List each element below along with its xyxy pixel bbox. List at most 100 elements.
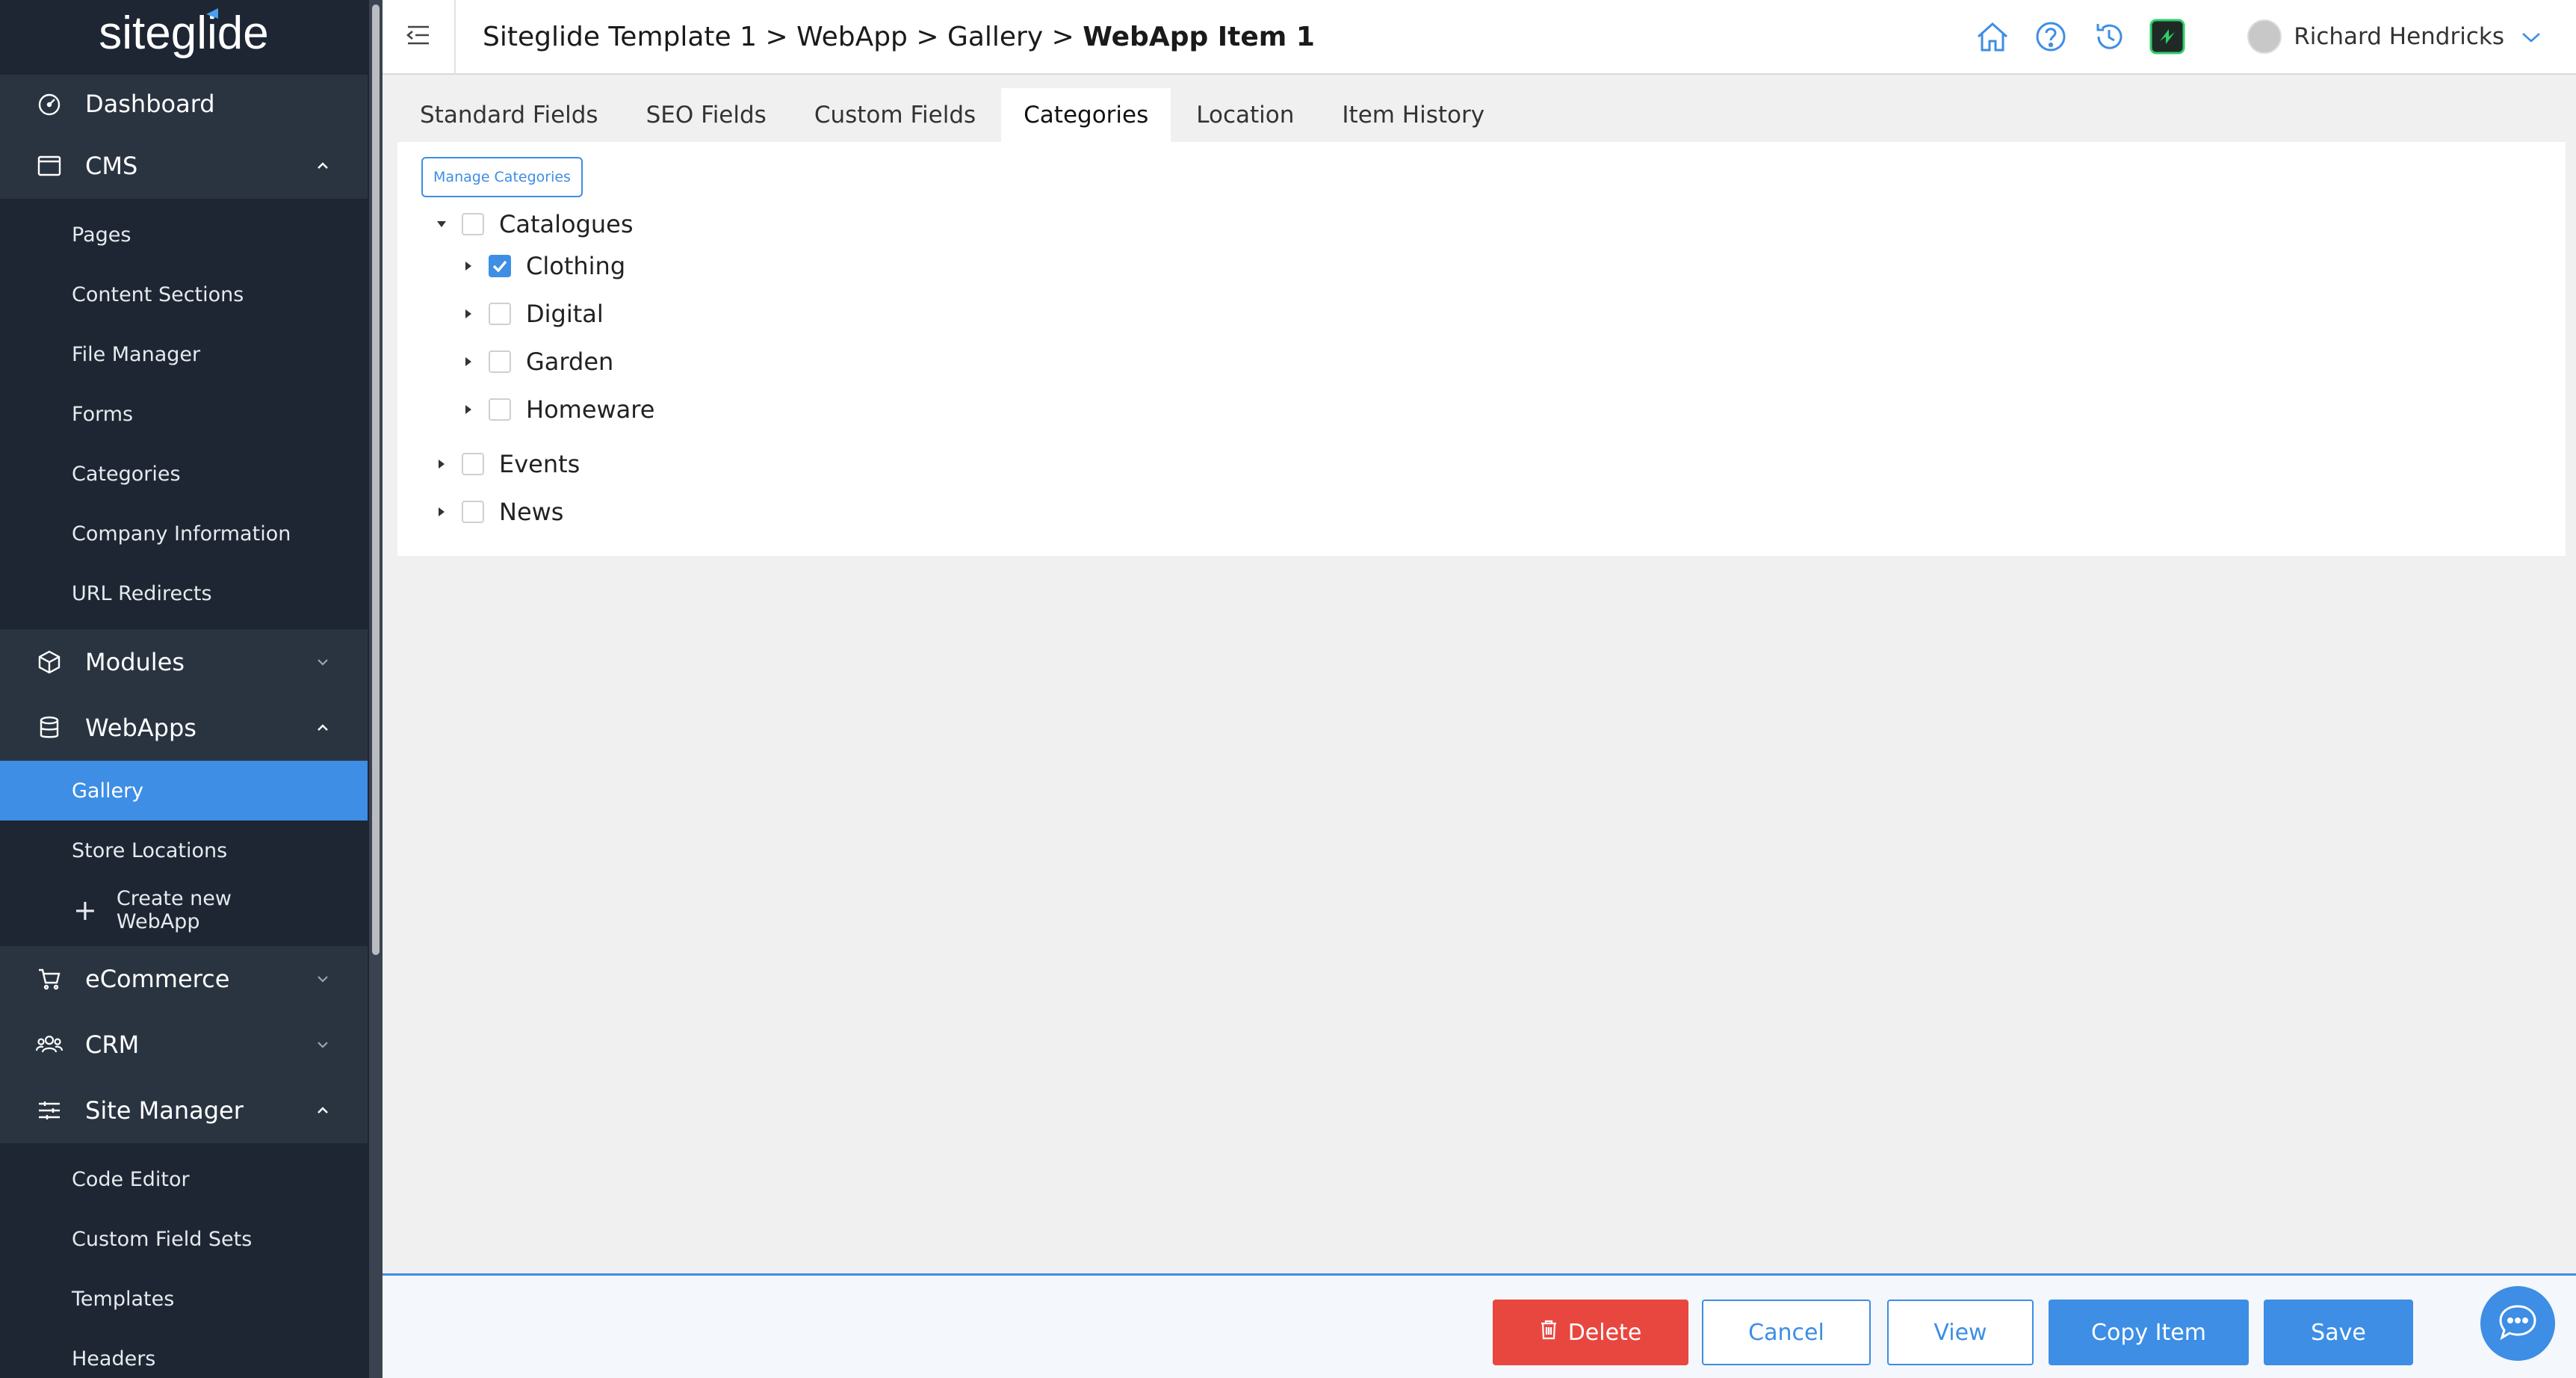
database-icon	[34, 713, 64, 743]
sidebar: siteglide Dashboard CMS Pages Content Se…	[0, 0, 383, 1378]
sidebar-item-custom-field-sets[interactable]: Custom Field Sets	[0, 1209, 368, 1269]
sidebar-item-label: CRM	[85, 1031, 140, 1059]
collapse-menu-icon	[405, 24, 432, 49]
chat-support-button[interactable]	[2480, 1286, 2555, 1361]
tree-node-label: Digital	[526, 300, 604, 328]
sidebar-item-pages[interactable]: Pages	[0, 205, 368, 265]
user-menu[interactable]: Richard Hendricks	[2247, 19, 2542, 54]
tab-seo-fields[interactable]: SEO Fields	[624, 88, 789, 142]
caret-down-icon[interactable]	[432, 214, 451, 234]
tree-node-label: Events	[499, 450, 580, 478]
sidebar-item-label: CMS	[85, 152, 138, 180]
checkbox-garden[interactable]	[489, 350, 511, 373]
sidebar-scrollbar-thumb[interactable]	[372, 4, 380, 955]
create-webapp-link[interactable]: + Create new WebApp	[0, 880, 368, 940]
browser-window-icon	[34, 151, 64, 181]
action-footer: Delete Cancel View Copy Item Save	[383, 1273, 2576, 1378]
home-icon[interactable]	[1963, 13, 2022, 61]
tree-node-events: Events	[432, 445, 580, 483]
sidebar-item-url-redirects[interactable]: URL Redirects	[0, 563, 368, 623]
sidebar-item-content-sections[interactable]: Content Sections	[0, 265, 368, 324]
sidebar-item-categories[interactable]: Categories	[0, 444, 368, 504]
manage-categories-button[interactable]: Manage Categories	[421, 157, 583, 197]
tree-node-clothing: Clothing	[459, 247, 625, 285]
sidebar-item-crm[interactable]: CRM	[0, 1012, 368, 1078]
checkbox-homeware[interactable]	[489, 398, 511, 421]
tree-node-label: Homeware	[526, 395, 655, 424]
cube-icon	[34, 647, 64, 677]
tab-item-history[interactable]: Item History	[1319, 88, 1507, 142]
sidebar-item-label: eCommerce	[85, 965, 230, 993]
caret-right-icon[interactable]	[459, 304, 478, 324]
sidebar-item-modules[interactable]: Modules	[0, 629, 368, 695]
item-tabs: Standard Fields SEO Fields Custom Fields…	[397, 88, 1510, 142]
sliders-icon	[34, 1096, 64, 1125]
delete-button[interactable]: Delete	[1493, 1300, 1688, 1365]
tab-custom-fields[interactable]: Custom Fields	[792, 88, 998, 142]
menu-toggle-button[interactable]	[383, 0, 456, 74]
site-manager-submenu: Code Editor Custom Field Sets Templates …	[0, 1143, 368, 1378]
tree-node-label: Catalogues	[499, 210, 634, 238]
top-header: Siteglide Template 1 > WebApp > Gallery …	[383, 0, 2576, 75]
checkbox-digital[interactable]	[489, 303, 511, 325]
siteglide-logo[interactable]: siteglide	[0, 0, 368, 75]
checkbox-clothing[interactable]	[489, 255, 511, 277]
chevron-up-icon	[312, 717, 333, 738]
plus-icon: +	[73, 894, 97, 927]
sidebar-item-code-editor[interactable]: Code Editor	[0, 1149, 368, 1209]
siteglide-app-icon[interactable]	[2138, 13, 2196, 61]
sidebar-item-webapps[interactable]: WebApps	[0, 695, 368, 761]
webapps-submenu: Gallery Store Locations + Create new Web…	[0, 761, 368, 946]
sidebar-item-file-manager[interactable]: File Manager	[0, 324, 368, 384]
copy-item-button[interactable]: Copy Item	[2049, 1300, 2249, 1365]
sidebar-item-dashboard[interactable]: Dashboard	[0, 75, 368, 133]
sidebar-item-label: Modules	[85, 648, 185, 676]
save-button[interactable]: Save	[2264, 1300, 2413, 1365]
history-icon[interactable]	[2080, 13, 2138, 61]
caret-right-icon[interactable]	[459, 256, 478, 276]
chevron-down-icon	[2521, 23, 2542, 50]
caret-right-icon[interactable]	[432, 502, 451, 522]
sidebar-item-label: Dashboard	[85, 90, 215, 118]
cancel-button[interactable]: Cancel	[1702, 1300, 1871, 1365]
chevron-down-icon	[312, 652, 333, 673]
tab-standard-fields[interactable]: Standard Fields	[397, 88, 621, 142]
sidebar-item-company-information[interactable]: Company Information	[0, 504, 368, 563]
breadcrumb-path[interactable]: Siteglide Template 1 > WebApp > Gallery …	[483, 22, 1083, 52]
sidebar-item-site-manager[interactable]: Site Manager	[0, 1078, 368, 1143]
sidebar-scroll-area: siteglide Dashboard CMS Pages Content Se…	[0, 0, 368, 1378]
sidebar-item-templates[interactable]: Templates	[0, 1269, 368, 1329]
sidebar-item-headers[interactable]: Headers	[0, 1329, 368, 1378]
caret-right-icon[interactable]	[459, 400, 478, 419]
view-button[interactable]: View	[1887, 1300, 2034, 1365]
breadcrumb-current: WebApp Item 1	[1083, 21, 1315, 52]
app-window: siteglide Dashboard CMS Pages Content Se…	[0, 0, 2576, 1378]
sidebar-item-store-locations[interactable]: Store Locations	[0, 821, 368, 880]
tab-categories[interactable]: Categories	[1001, 88, 1171, 142]
breadcrumb: Siteglide Template 1 > WebApp > Gallery …	[483, 22, 1963, 52]
sidebar-item-ecommerce[interactable]: eCommerce	[0, 946, 368, 1012]
tree-node-label: Garden	[526, 347, 614, 376]
sidebar-item-forms[interactable]: Forms	[0, 384, 368, 444]
cart-icon	[34, 964, 64, 994]
sidebar-scrollbar[interactable]	[369, 0, 383, 1378]
avatar	[2247, 19, 2282, 54]
header-icons	[1963, 13, 2196, 61]
create-webapp-label: Create new WebApp	[116, 887, 232, 933]
delete-label: Delete	[1567, 1319, 1642, 1346]
tab-location[interactable]: Location	[1174, 88, 1316, 142]
tree-node-label: News	[499, 498, 564, 526]
help-icon[interactable]	[2022, 13, 2080, 61]
sidebar-item-label: WebApps	[85, 714, 196, 742]
caret-right-icon[interactable]	[459, 352, 478, 371]
sidebar-item-gallery[interactable]: Gallery	[0, 761, 368, 821]
checkbox-catalogues[interactable]	[462, 213, 484, 235]
checkbox-events[interactable]	[462, 453, 484, 475]
checkbox-news[interactable]	[462, 501, 484, 523]
categories-panel: Manage Categories Catalogues Clothing Di…	[397, 142, 2566, 556]
user-name: Richard Hendricks	[2294, 23, 2504, 50]
chevron-down-icon	[312, 968, 333, 989]
sidebar-item-cms[interactable]: CMS	[0, 133, 368, 199]
caret-right-icon[interactable]	[432, 454, 451, 474]
tree-node-homeware: Homeware	[459, 391, 654, 428]
